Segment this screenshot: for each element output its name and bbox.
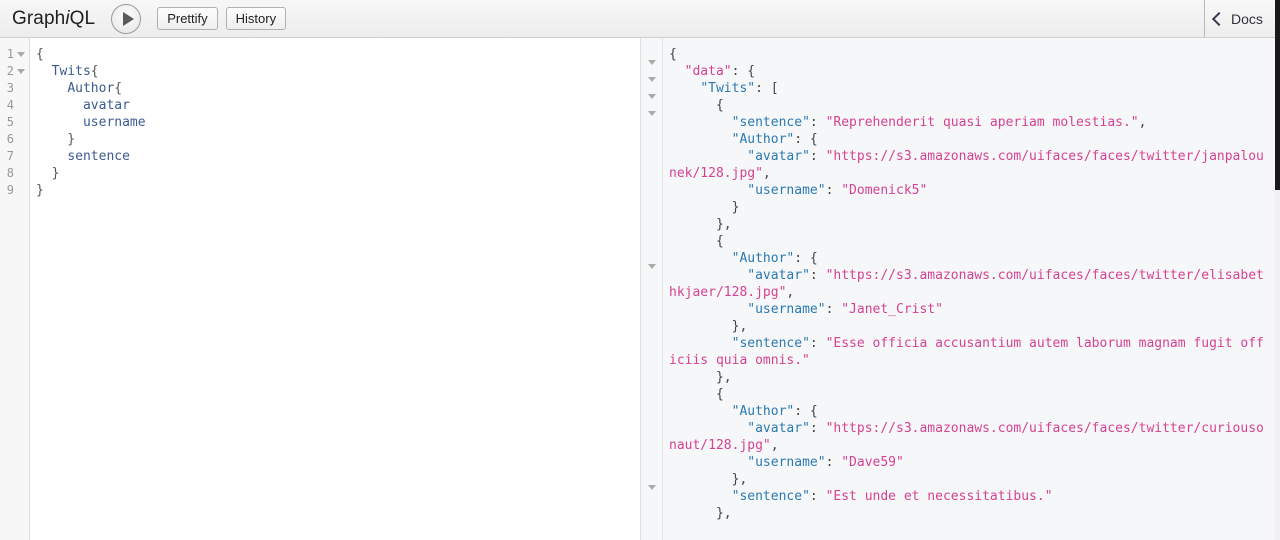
query-code-line: sentence bbox=[67, 149, 130, 164]
chevron-left-icon bbox=[1211, 11, 1227, 26]
result-fold-arrow-row[interactable] bbox=[641, 258, 663, 275]
result-fold-arrow-row[interactable] bbox=[641, 88, 663, 105]
graphiql-app: GraphiQL Prettify History Docs 123456789… bbox=[0, 0, 1280, 540]
result-code-line: "Author": { bbox=[731, 132, 818, 147]
query-code-line: { bbox=[36, 47, 44, 62]
query-line-number: 6 bbox=[0, 131, 29, 148]
query-line-number: 9 bbox=[0, 182, 29, 199]
fold-arrow-icon[interactable] bbox=[648, 60, 656, 65]
prettify-label: Prettify bbox=[167, 11, 208, 26]
result-code-line: "sentence": "Est unde et necessitatibus.… bbox=[731, 489, 1053, 504]
fold-arrow-icon[interactable] bbox=[648, 111, 656, 116]
fold-arrow-icon[interactable] bbox=[17, 69, 25, 74]
page-scrollbar[interactable] bbox=[1275, 0, 1280, 540]
history-label: History bbox=[235, 11, 277, 26]
prettify-button[interactable]: Prettify bbox=[157, 7, 218, 30]
result-code-line: "avatar": "https://s3.amazonaws.com/uifa… bbox=[669, 268, 1264, 300]
result-code-line: }, bbox=[669, 472, 748, 487]
query-line-number-gutter: 123456789 bbox=[0, 38, 30, 540]
query-line-number: 1 bbox=[0, 46, 29, 63]
fold-arrow-icon[interactable] bbox=[648, 264, 656, 269]
result-fold-arrow-row[interactable] bbox=[641, 71, 663, 88]
execute-query-button[interactable] bbox=[111, 3, 142, 34]
result-code-line: "Author": { bbox=[731, 251, 818, 266]
result-viewer-pane[interactable]: { "data": { "Twits": [ { "sentence": "Re… bbox=[641, 38, 1280, 540]
fold-arrow-icon[interactable] bbox=[648, 77, 656, 82]
query-editor-code[interactable]: { Twits{ Author{ avatar username } sente… bbox=[30, 38, 640, 540]
page-scrollbar-thumb[interactable] bbox=[1275, 0, 1280, 190]
result-code-line: } bbox=[669, 200, 740, 215]
result-code-line: "sentence": "Reprehenderit quasi aperiam… bbox=[731, 115, 1147, 130]
result-fold-gutter bbox=[641, 38, 663, 540]
query-line-number: 2 bbox=[0, 63, 29, 80]
history-button[interactable]: History bbox=[225, 7, 287, 30]
result-code-line: "sentence": "Esse officia accusantium au… bbox=[669, 336, 1264, 368]
fold-arrow-icon[interactable] bbox=[648, 94, 656, 99]
result-code-line: }, bbox=[669, 506, 732, 521]
query-line-number: 7 bbox=[0, 148, 29, 165]
toolbar-left-section: GraphiQL Prettify History bbox=[0, 0, 1205, 37]
result-code-line: { bbox=[669, 234, 724, 249]
result-code-line: }, bbox=[669, 370, 732, 385]
docs-label: Docs bbox=[1231, 10, 1263, 27]
result-code-line: "username": "Dave59" bbox=[747, 455, 904, 470]
query-code-line: } bbox=[36, 132, 76, 147]
result-code-line: "avatar": "https://s3.amazonaws.com/uifa… bbox=[669, 421, 1264, 453]
logo-prefix: Graph bbox=[12, 7, 66, 29]
query-code-line: avatar bbox=[82, 98, 130, 113]
fold-arrow-icon[interactable] bbox=[17, 52, 25, 57]
graphiql-logo: GraphiQL bbox=[12, 8, 95, 30]
result-code-line: }, bbox=[669, 217, 732, 232]
query-line-number: 5 bbox=[0, 114, 29, 131]
result-code-line: "username": "Domenick5" bbox=[747, 183, 928, 198]
query-code-line: Author{ bbox=[67, 81, 123, 96]
result-code-line: "Twits": [ bbox=[700, 81, 779, 96]
query-line-number: 4 bbox=[0, 97, 29, 114]
query-code-line: } bbox=[36, 183, 44, 198]
query-line-number: 3 bbox=[0, 80, 29, 97]
editor-panes: 123456789 { Twits{ Author{ avatar userna… bbox=[0, 38, 1280, 540]
result-code-line: }, bbox=[669, 319, 748, 334]
result-fold-arrow-row[interactable] bbox=[641, 479, 663, 496]
result-code-line: "data": { bbox=[684, 64, 756, 79]
result-viewer-code: { "data": { "Twits": [ { "sentence": "Re… bbox=[663, 38, 1280, 540]
query-code-line: Twits{ bbox=[51, 64, 99, 79]
result-code-line: { bbox=[669, 387, 724, 402]
docs-toggle-button[interactable]: Docs bbox=[1205, 0, 1280, 37]
result-code-line: { bbox=[669, 98, 724, 113]
fold-arrow-icon[interactable] bbox=[648, 485, 656, 490]
result-code-line: "Author": { bbox=[731, 404, 818, 419]
result-code-line: { bbox=[669, 47, 677, 62]
query-line-number: 8 bbox=[0, 165, 29, 182]
query-code-line: username bbox=[82, 115, 146, 130]
result-code-line: "username": "Janet_Crist" bbox=[747, 302, 943, 317]
result-code-line: "avatar": "https://s3.amazonaws.com/uifa… bbox=[669, 149, 1264, 181]
play-icon bbox=[122, 11, 134, 26]
result-fold-arrow-row[interactable] bbox=[641, 54, 663, 71]
result-fold-arrow-row[interactable] bbox=[641, 105, 663, 122]
logo-suffix: QL bbox=[69, 7, 96, 29]
toolbar: GraphiQL Prettify History Docs bbox=[0, 0, 1280, 38]
query-code-line: } bbox=[36, 166, 60, 181]
query-editor-pane[interactable]: 123456789 { Twits{ Author{ avatar userna… bbox=[0, 38, 641, 540]
